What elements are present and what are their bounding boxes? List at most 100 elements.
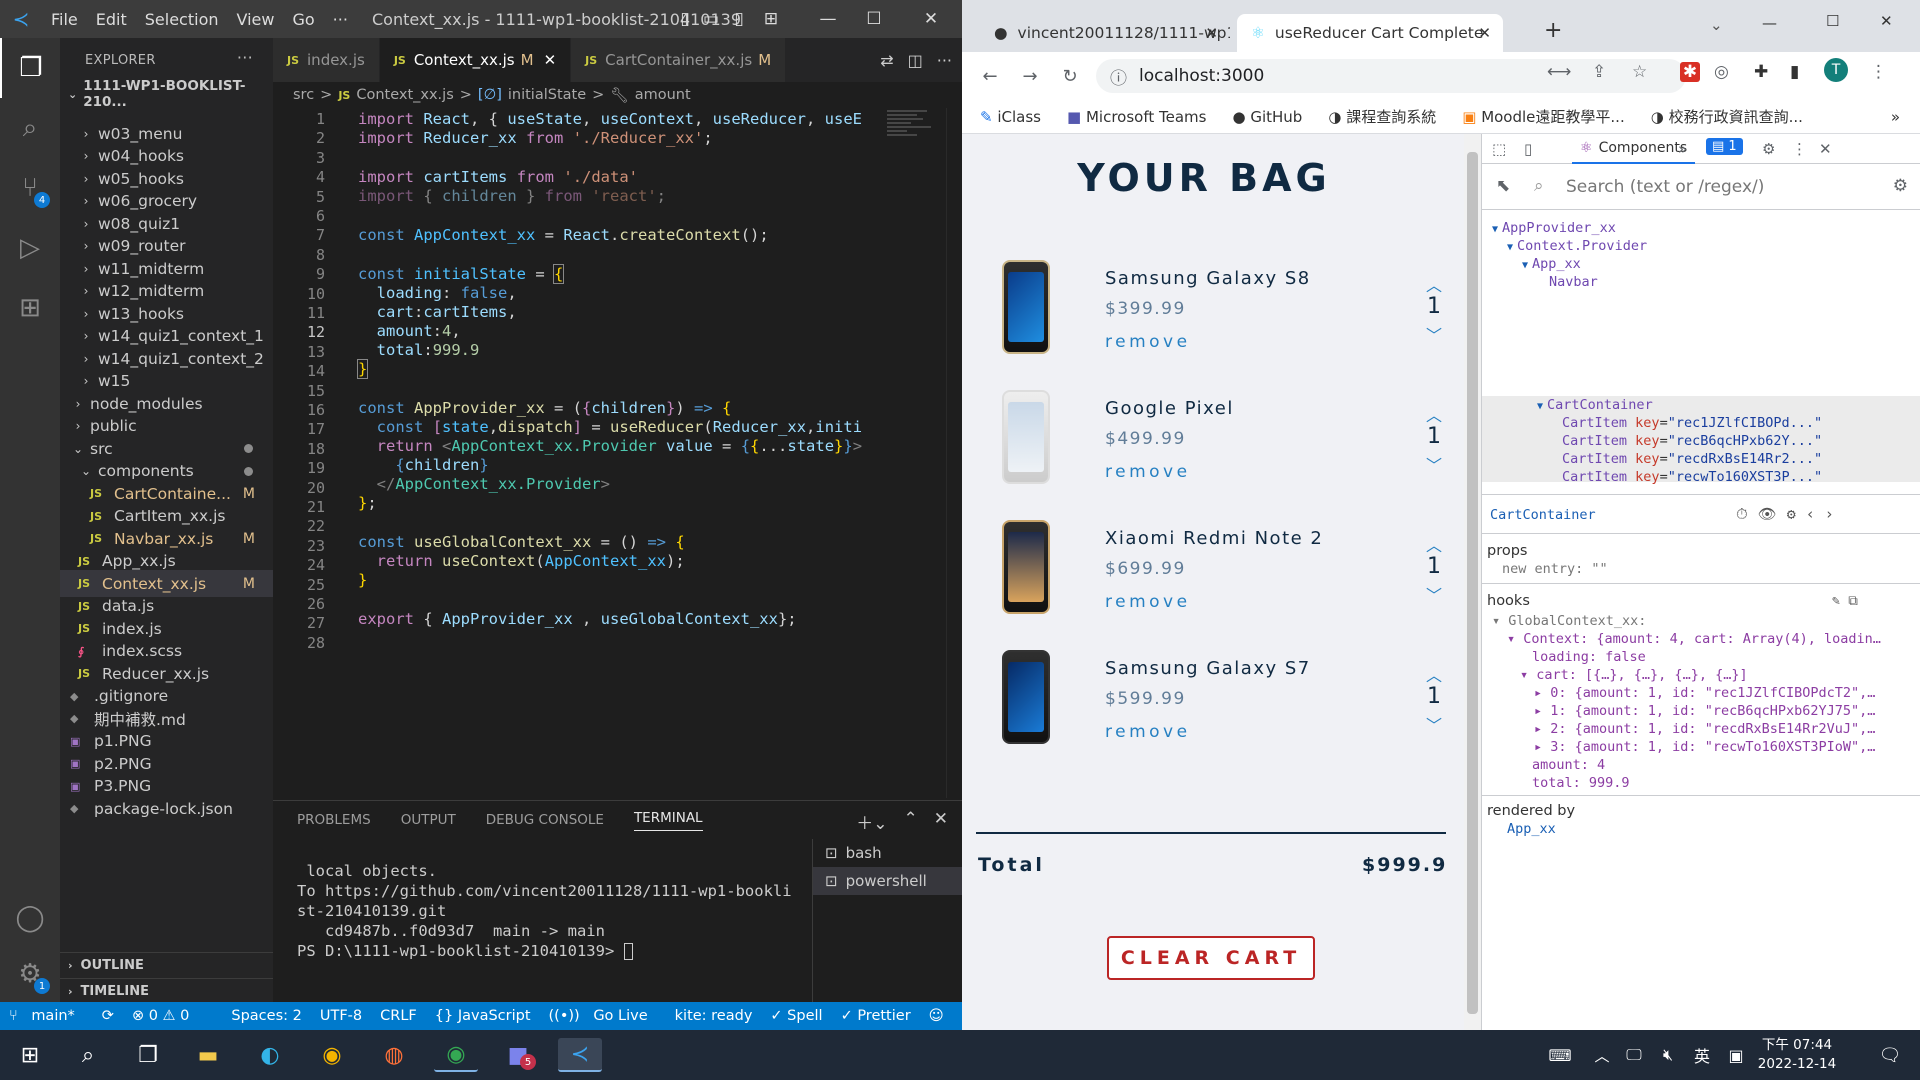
back-icon[interactable]: ←: [970, 66, 1010, 87]
spell-status[interactable]: ✓ Spell: [761, 1008, 831, 1024]
extensions-puzzle-icon[interactable]: ✚: [1754, 62, 1768, 82]
remove-button[interactable]: remove: [1105, 332, 1191, 352]
decrease-chevron-down-icon[interactable]: ﹀: [1424, 712, 1444, 736]
decrease-chevron-down-icon[interactable]: ﹀: [1424, 452, 1444, 476]
settings-gear-icon[interactable]: ⚙ 1: [0, 944, 60, 1004]
maximize-panel-icon[interactable]: ⌃: [904, 809, 918, 834]
chrome-icon[interactable]: ◉: [310, 1038, 354, 1072]
tab-debug-console[interactable]: DEBUG CONSOLE: [486, 812, 604, 828]
hook-node[interactable]: ▸ 2: {amount: 1, id: "recdRxBsE14Rr2VuJ"…: [1534, 721, 1875, 737]
hook-node[interactable]: ▾ GlobalContext_xx:: [1492, 613, 1646, 629]
eol-indicator[interactable]: CRLF: [371, 1008, 426, 1024]
indent-indicator[interactable]: Spaces: 2: [222, 1008, 310, 1024]
crumb-symbol[interactable]: initialState: [508, 87, 586, 103]
close-panel-icon[interactable]: ✕: [934, 809, 948, 834]
shell-bash[interactable]: ⊡ bash: [813, 839, 962, 867]
language-indicator[interactable]: {} JavaScript: [426, 1008, 540, 1024]
keyboard-icon[interactable]: ⌨: [1538, 1038, 1582, 1072]
more-tabs-icon[interactable]: »: [1678, 140, 1687, 158]
component-search[interactable]: ⬉ ⌕ Search (text or /regex/) ⚙: [1482, 164, 1920, 210]
teams-icon[interactable]: ■ 5: [496, 1038, 540, 1072]
explorer-icon[interactable]: ❐: [0, 38, 60, 98]
menu-more[interactable]: ···: [324, 10, 357, 29]
tab-github[interactable]: ● vincent20011128/1111-wp1-b ✕: [980, 14, 1230, 52]
menu-selection[interactable]: Selection: [136, 10, 228, 29]
forward-icon[interactable]: →: [1010, 66, 1050, 87]
reload-icon[interactable]: ↻: [1050, 66, 1090, 87]
encoding-indicator[interactable]: UTF-8: [311, 1008, 371, 1024]
menu-edit[interactable]: Edit: [87, 10, 136, 29]
code-editor[interactable]: 1 2 3 4 5 6 7 8 9 10 11 12 13 14 15 16 17 18 19 20 21 22 23 24 2…: [273, 108, 893, 778]
hook-node[interactable]: ▾ cart: [{…}, {…}, {…}, {…}]: [1520, 667, 1748, 683]
search-icon[interactable]: ⌕: [0, 98, 60, 158]
edge-icon[interactable]: ◐: [248, 1038, 292, 1072]
extension-icon[interactable]: ✱: [1680, 62, 1700, 82]
tree-node[interactable]: ▼ AppProvider_xx: [1492, 220, 1616, 236]
page-scrollbar[interactable]: [1464, 134, 1481, 1030]
tab-app[interactable]: ⚛ useReducer Cart Complete ✕: [1237, 14, 1503, 52]
maximize-icon[interactable]: ☐: [851, 0, 897, 38]
minimize-icon[interactable]: —: [805, 0, 851, 38]
bookmark-github[interactable]: ● GitHub: [1232, 108, 1302, 126]
tree-item[interactable]: ◆ package-lock.json: [60, 795, 273, 822]
tree-node[interactable]: CartItem key="rec1JZlfCIBOPd...": [1562, 415, 1822, 431]
device-toolbar-icon[interactable]: ▯: [1524, 140, 1532, 158]
tab-context-js[interactable]: JS Context_xx.js M ✕: [379, 38, 572, 82]
new-tab-icon[interactable]: +: [1544, 18, 1562, 43]
inspector-actions[interactable]: ⏱👁︎⚙‹›: [1736, 505, 1844, 523]
start-windows-icon[interactable]: ⊞: [8, 1038, 52, 1072]
crumb-property[interactable]: amount: [635, 87, 691, 103]
more-bookmarks-icon[interactable]: »: [1891, 108, 1900, 126]
prettier-status[interactable]: ✓ Prettier: [832, 1008, 920, 1024]
feedback-icon[interactable]: ☺: [920, 1008, 953, 1024]
compare-icon[interactable]: ⇄: [880, 51, 893, 70]
tree-node[interactable]: CartItem key="recdRxBsE14Rr2...": [1562, 451, 1822, 467]
close-tab-icon[interactable]: ✕: [1478, 24, 1491, 42]
tree-node-selected[interactable]: ▼ CartContainer: [1537, 397, 1653, 413]
problems-indicator[interactable]: ⊗ 0 ⚠ 0: [123, 1008, 198, 1024]
bookmark-star-icon[interactable]: ☆: [1632, 62, 1647, 82]
close-icon[interactable]: ✕: [1880, 12, 1893, 30]
share-icon[interactable]: ⇪: [1592, 62, 1606, 82]
kite-status[interactable]: kite: ready: [666, 1008, 762, 1024]
layout-icon[interactable]: ⊞: [748, 0, 794, 38]
remove-button[interactable]: remove: [1105, 462, 1191, 482]
tree-node[interactable]: ▼ App_xx: [1522, 256, 1581, 272]
search-icon[interactable]: ⌕: [66, 1038, 110, 1072]
minimap[interactable]: [887, 108, 947, 168]
settings-gear-icon[interactable]: ⚙: [1893, 176, 1908, 196]
bookmark-admin[interactable]: ◑ 校務行政資訊查詢...: [1651, 106, 1803, 127]
hook-node[interactable]: ▸ 1: {amount: 1, id: "recB6qcHPxb62YJ75"…: [1534, 703, 1875, 719]
tab-terminal[interactable]: TERMINAL: [633, 810, 703, 831]
task-view-icon[interactable]: ❐: [126, 1038, 170, 1072]
tree-node[interactable]: ▼ Context.Provider: [1507, 238, 1647, 254]
close-devtools-icon[interactable]: ✕: [1819, 140, 1832, 158]
increase-chevron-up-icon[interactable]: ︿: [1424, 402, 1444, 426]
tab-index-js[interactable]: JS index.js: [273, 38, 380, 82]
inspect-icon[interactable]: ⬚: [1492, 140, 1506, 158]
select-element-icon[interactable]: ⬉: [1496, 176, 1510, 196]
shell-powershell[interactable]: ⊡ powershell: [813, 867, 962, 895]
remove-button[interactable]: remove: [1105, 722, 1191, 742]
tab-output[interactable]: OUTPUT: [401, 812, 456, 828]
clear-cart-button[interactable]: CLEAR CART: [1107, 936, 1315, 980]
crumb-file[interactable]: Context_xx.js: [356, 87, 453, 103]
more-options-icon[interactable]: ⋮: [1792, 140, 1807, 158]
side-panel-icon[interactable]: ▮: [1790, 62, 1799, 82]
close-tab-icon[interactable]: ✕: [544, 51, 557, 69]
chrome-icon[interactable]: ◉: [434, 1038, 478, 1072]
menu-view[interactable]: View: [228, 10, 284, 29]
new-terminal-icon[interactable]: ＋⌄: [856, 809, 887, 834]
root-folder[interactable]: ⌄ 1111-WP1-BOOKLIST-210...: [60, 78, 273, 110]
extensions-icon[interactable]: ⊞: [0, 278, 60, 338]
terminal-output[interactable]: local objects. To https://github.com/vinc…: [297, 861, 827, 961]
split-editor-icon[interactable]: ◫: [908, 51, 923, 70]
close-tab-icon[interactable]: ✕: [1205, 24, 1218, 42]
profile-avatar[interactable]: T: [1824, 58, 1848, 82]
hook-node[interactable]: ▸ 0: {amount: 1, id: "rec1JZlfCIBOPdcT2"…: [1534, 685, 1875, 701]
explorer-more-icon[interactable]: ···: [237, 48, 253, 67]
menu-file[interactable]: File: [42, 10, 87, 29]
decrease-chevron-down-icon[interactable]: ﹀: [1424, 582, 1444, 606]
file-explorer-icon[interactable]: ▬: [186, 1038, 230, 1072]
go-live-button[interactable]: ((•)) Go Live: [540, 1008, 666, 1024]
